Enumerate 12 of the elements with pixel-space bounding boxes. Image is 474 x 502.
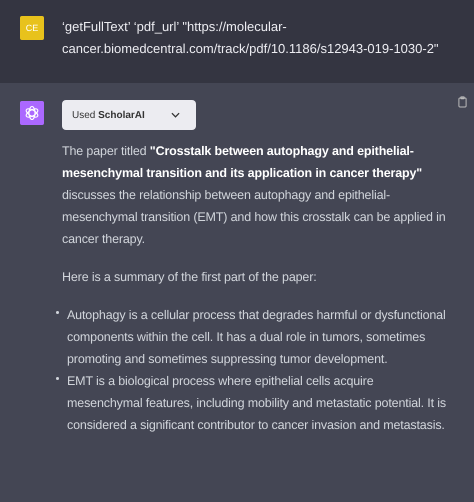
user-avatar: CE — [20, 16, 44, 40]
copy-icon[interactable] — [458, 96, 467, 108]
paragraph: The paper titled "Crosstalk between autophagy and epithelial-mesenchymal transition and its application in cancer therapy" discusses the relationship between autophagy and epithelial-mesenchymal transition (EMT) and how this crosstalk can be applied in cancer therapy. — [62, 143, 446, 248]
bullet-icon — [56, 377, 59, 380]
caret-icon — [171, 112, 180, 118]
list-item: Autophagy is a cellular process that degrades harmful or dysfunctional components within the cell. It has a dual role in tumors, sometimes promoting and sometimes suppressing tumor development. — [67, 307, 447, 368]
bullet-icon — [56, 311, 59, 314]
plugin-dropdown[interactable]: Used ScholarAI — [62, 100, 196, 130]
list-item: EMT is a biological process where epithelial cells acquire mesenchymal features, including mobility and metastatic potential. It is considered a significant contributor to cancer invasion and metastasis. — [67, 373, 447, 434]
assistant-avatar-icon — [20, 101, 44, 125]
user-message: ‘getFullText’ ‘pdf_url’ "https://molecular-cancer.biomedcentral.com/track/pdf/10.1186/s12943-019-1030-2" — [62, 18, 440, 58]
paragraph: Here is a summary of the first part of the paper: — [62, 269, 318, 286]
